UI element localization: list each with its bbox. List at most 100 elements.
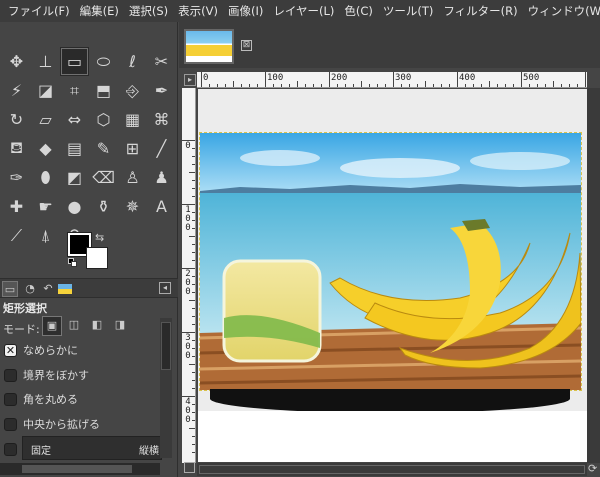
antialias-checkbox[interactable]: ✕ [4,343,17,357]
perspective-tool-icon[interactable]: ▦ [118,105,147,134]
feather-option[interactable]: 境界をぼかす [4,367,89,383]
tab-undo-history[interactable]: ↶ [40,281,56,297]
swap-colors-icon[interactable]: ⇆ [95,231,104,244]
menu-item-8[interactable]: フィルター(R) [439,0,523,22]
menu-item-1[interactable]: 編集(E) [76,0,125,22]
dodge-burn-tool-icon[interactable]: ♙ [118,163,147,192]
tab-tool-options[interactable]: ▭ [2,281,18,297]
navigate-icon[interactable] [184,462,195,473]
mode-replace-button[interactable]: ▣ [42,316,62,336]
image-canvas[interactable] [198,89,587,462]
flip-tool-icon[interactable]: ⇔ [60,105,89,134]
bucket-fill-tool-icon[interactable]: ⛾ [2,134,31,163]
menu-item-9[interactable]: ウィンドウ(W) [524,0,600,22]
horizontal-scrollbar[interactable] [197,463,587,476]
tab-device-status[interactable]: ◔ [22,281,38,297]
mode-add-button[interactable]: ◫ [64,316,84,336]
vertical-scrollbar[interactable] [587,88,600,463]
cage-transform-tool-icon[interactable]: ⌘ [147,105,176,134]
tab-images[interactable] [58,281,74,297]
dodge-tool-icon[interactable]: ⚱ [89,192,118,221]
expand-from-center-checkbox[interactable] [4,417,17,431]
h-ruler-tick [313,84,314,87]
h-ruler-tick [521,72,522,87]
paintbrush-tool-icon[interactable]: ▤ [60,134,89,163]
ellipse-select-tool-icon[interactable]: ⬭ [89,47,118,76]
banana-photo-art [200,133,581,390]
paths-edit-tool-icon[interactable]: ✵ [118,192,147,221]
heal-tool-icon[interactable]: ⬮ [31,163,60,192]
3d-transform-tool-icon[interactable]: ⬡ [89,105,118,134]
zoom-image-icon[interactable]: ⟳ [588,463,600,475]
myPaint-brush-tool-icon[interactable]: ✚ [2,192,31,221]
text-tool-icon[interactable]: A [147,192,176,221]
fixed-mode-combo[interactable]: 固定 縦横 [22,436,162,460]
vertical-ruler[interactable]: 0 1 0 0 2 0 0 3 0 0 4 0 0 [182,88,196,463]
h-ruler-tick [393,72,394,87]
menu-item-3[interactable]: 表示(V) [174,0,224,22]
scissors-select-tool-icon[interactable]: ✂ [147,47,176,76]
align-tool-icon[interactable]: ⊥ [31,47,60,76]
options-scrollbar[interactable] [160,318,172,458]
background-color-swatch[interactable] [86,247,108,269]
menu-item-4[interactable]: 画像(I) [224,0,269,22]
h-ruler-tick [545,84,546,87]
crop-tool-icon[interactable]: ⌗ [60,76,89,105]
v-ruler-tick [192,164,195,165]
v-ruler-label: 1 0 0 [185,205,191,233]
mode-intersect-button[interactable]: ◨ [110,316,130,336]
options-scrollbar-thumb[interactable] [161,322,171,370]
smudge-tool-icon[interactable]: ⌫ [89,163,118,192]
default-colors-icon[interactable] [68,258,78,268]
blur-tool-icon[interactable]: ● [60,192,89,221]
panel-menu-icon[interactable]: ◂ [159,282,171,294]
rounded-corners-option[interactable]: 角を丸める [4,391,78,407]
feather-checkbox[interactable] [4,368,17,382]
measure-tool-icon[interactable]: ⍋ [31,221,60,250]
menu-item-0[interactable]: ファイル(F) [4,0,76,22]
menu-item-5[interactable]: レイヤー(L) [269,0,340,22]
warp-transform-tool-icon[interactable]: ⎆ [118,76,147,105]
antialias-option[interactable]: ✕ なめらかに [4,342,78,358]
rounded-corners-checkbox[interactable] [4,392,17,406]
expand-from-center-option[interactable]: 中央から拡げる [4,416,100,432]
unified-transform-tool-icon[interactable]: ⬒ [89,76,118,105]
h-ruler-tick [369,84,370,87]
horizontal-ruler[interactable]: 0100200300400500600700 [197,72,587,88]
mode-subtract-button[interactable]: ◧ [87,316,107,336]
fuzzy-select-tool-icon[interactable]: ⚡ [2,76,31,105]
fixed-option[interactable] [4,441,23,457]
close-tab-icon[interactable]: ⊠ [241,40,252,51]
foreground-select-tool-icon[interactable]: ◪ [31,76,60,105]
menu-item-7[interactable]: ツール(T) [379,0,440,22]
h-ruler-tick [257,84,258,87]
options-horizontal-scrollbar[interactable] [0,463,160,475]
move-tool-icon[interactable]: ✥ [2,47,31,76]
paths-tool-icon[interactable]: ✒ [147,76,176,105]
gradient-tool-icon[interactable]: ◆ [31,134,60,163]
menu-item-6[interactable]: 色(C) [340,0,379,22]
options-horizontal-scrollbar-thumb[interactable] [22,465,132,473]
eraser-tool-icon[interactable]: ╱ [147,134,176,163]
quick-mask-toggle-icon[interactable]: ▸ [184,74,196,86]
airbrush-tool-icon[interactable]: ⊞ [118,134,147,163]
shear-tool-icon[interactable]: ▱ [31,105,60,134]
clone-tool-icon[interactable]: ◩ [60,163,89,192]
rect-select-tool-icon[interactable]: ▭ [60,47,89,76]
pencil-tool-icon[interactable]: ✎ [89,134,118,163]
v-ruler-tick [192,348,195,349]
v-ruler-tick [192,412,195,413]
v-ruler-tick [182,332,195,333]
rotate-tool-icon[interactable]: ↻ [2,105,31,134]
color-picker-tool-icon[interactable]: ⟋ [2,221,31,250]
fixed-checkbox[interactable] [4,442,17,456]
horizontal-scrollbar-thumb[interactable] [199,465,585,474]
h-ruler-tick [281,84,282,87]
menu-item-2[interactable]: 選択(S) [125,0,174,22]
image-tab-thumbnail[interactable] [184,29,234,64]
blend-tool-icon[interactable]: ♟ [147,163,176,192]
ink-tool-icon[interactable]: ✑ [2,163,31,192]
free-select-tool-icon[interactable]: ℓ [118,47,147,76]
smudge-finger-tool-icon[interactable]: ☛ [31,192,60,221]
v-ruler-tick [192,188,195,189]
